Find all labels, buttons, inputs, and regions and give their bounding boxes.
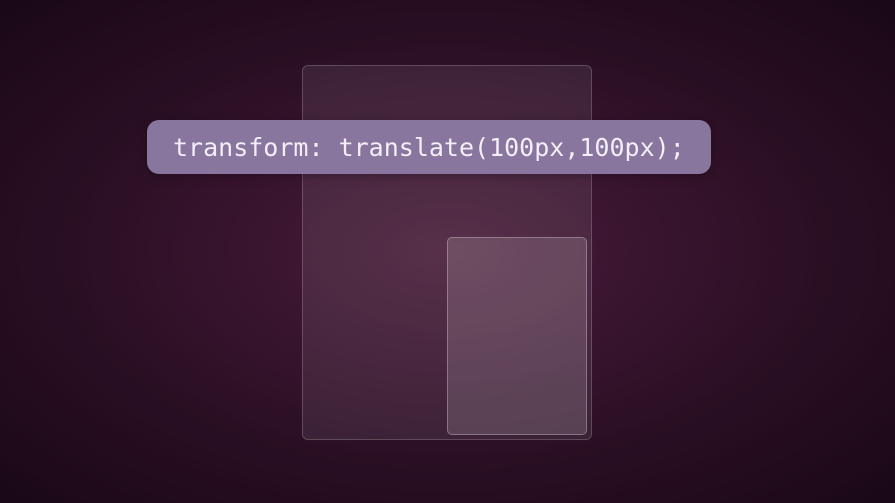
translated-box <box>447 237 587 435</box>
slide-stage: transform: translate(100px,100px); <box>0 0 895 503</box>
code-snippet-text: transform: translate(100px,100px); <box>173 133 685 162</box>
code-snippet-bar: transform: translate(100px,100px); <box>147 120 711 174</box>
